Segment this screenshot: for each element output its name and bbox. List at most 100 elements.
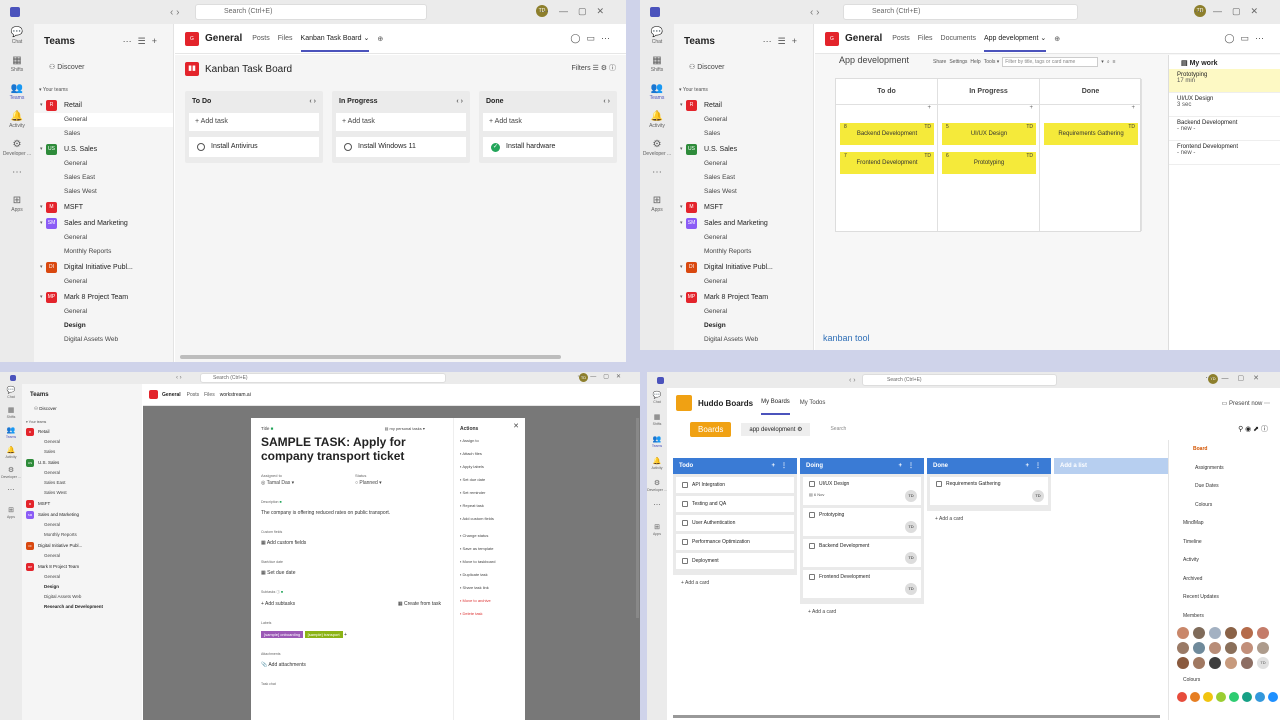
board-name[interactable]: app development ⚙ — [741, 422, 811, 436]
add-attachments-button[interactable]: 📎 Add attachments — [261, 662, 441, 668]
rail-item-chat[interactable]: 💬 Chat — [640, 24, 674, 52]
sticky-card[interactable]: UI/UX Design 5 TD — [942, 123, 1036, 145]
tab-my-todos[interactable]: My Todos — [800, 400, 826, 406]
board-card[interactable]: Requirements Gathering TD — [930, 477, 1048, 505]
add-card-icon[interactable]: + — [938, 105, 1039, 115]
action-attach-files[interactable]: ▪ Attach files — [460, 451, 519, 464]
rail-item-apps[interactable]: ⊞ Apps — [0, 192, 34, 220]
board-actions-icon[interactable]: ⚲ ◉ ⬈ ⓘ — [1238, 424, 1268, 434]
rail-item-apps[interactable]: ⊞ Apps — [647, 520, 667, 542]
channel-digital-assets-web[interactable]: Digital Assets Web — [22, 592, 142, 602]
label-transport[interactable]: [sample] transport — [304, 631, 343, 638]
create-from-task-button[interactable]: ▦ Create from task — [398, 601, 441, 607]
header-actions-icon[interactable]: ◯▭⋯ — [1224, 33, 1270, 44]
header-actions-icon[interactable]: ◯▭⋯ — [570, 33, 616, 44]
board-card[interactable]: Prototyping TD — [803, 508, 921, 536]
colour-swatch[interactable] — [1177, 691, 1187, 702]
card-checkbox[interactable] — [682, 558, 688, 564]
panel-item-activity[interactable]: Activity — [1169, 551, 1280, 570]
add-card-icon[interactable]: + — [836, 105, 937, 115]
member-avatar[interactable] — [1193, 627, 1205, 639]
rail-item-activity[interactable]: 🔔 Activity — [640, 108, 674, 136]
member-avatar[interactable] — [1193, 642, 1205, 654]
card-checkbox[interactable] — [682, 482, 688, 488]
tools-menu[interactable]: Tools ▾ — [984, 59, 1000, 65]
horizontal-scrollbar[interactable] — [673, 715, 1160, 718]
colour-swatch[interactable] — [1255, 691, 1265, 702]
channel-monthly-reports[interactable]: Monthly Reports — [34, 245, 173, 259]
board-card[interactable]: User Authentication — [676, 515, 794, 531]
tab-app-development[interactable]: App development ⌄ — [983, 26, 1047, 52]
done-check-icon[interactable]: ✓ — [491, 142, 500, 152]
rail-item-shifts[interactable]: ▦ Shifts — [0, 404, 22, 424]
sticky-card[interactable]: Requirements Gathering TD — [1044, 123, 1138, 145]
share-link[interactable]: Share — [933, 59, 946, 65]
tab-documents[interactable]: Documents — [941, 35, 976, 42]
action-share-task-link[interactable]: ▪ Share task link — [460, 585, 519, 598]
colour-swatch[interactable] — [1242, 691, 1252, 702]
rail-item-more[interactable]: ⋯ — [640, 164, 674, 192]
sidebar-actions-icon[interactable]: ⋯☰+ — [763, 36, 803, 47]
filter-dropdown-icon[interactable]: ▾ — [1101, 59, 1104, 65]
add-task-button[interactable]: + Add task — [336, 113, 466, 131]
member-avatar[interactable] — [1209, 657, 1221, 669]
action-move-to-taskboard[interactable]: ▪ Move to taskboard — [460, 559, 519, 572]
team-digital-initiative-publ-[interactable]: ▾ DI Digital Initiative Publ... — [674, 259, 813, 275]
rail-item-developer-[interactable]: ⚙ Developer ... — [0, 136, 34, 164]
sidebar-actions-icon[interactable]: ⋯☰+ — [123, 36, 163, 47]
member-avatar[interactable] — [1177, 657, 1189, 669]
tab-files[interactable]: Files — [918, 35, 933, 42]
action-move-to-archive[interactable]: ▪ Move to archive — [460, 598, 519, 611]
channel-general[interactable]: General — [34, 305, 173, 319]
search-input[interactable]: Search (Ctrl+E) — [200, 373, 446, 383]
action-delete-task[interactable]: ▪ Delete task — [460, 611, 519, 624]
my-work-item[interactable]: Frontend Development - new - — [1169, 141, 1280, 165]
set-due-date-button[interactable]: ▦ Set due date — [261, 570, 441, 576]
team-retail[interactable]: R Retail — [22, 426, 142, 437]
rail-item-more[interactable]: ⋯ — [647, 498, 667, 520]
channel-digital-assets-web[interactable]: Digital Assets Web — [674, 333, 813, 347]
list-actions-icon[interactable]: +⋮ — [898, 458, 920, 474]
column-nav-icon[interactable]: ‹ › — [309, 95, 316, 109]
board-card[interactable]: Testing and QA — [676, 496, 794, 512]
team-msft[interactable]: ▾ M MSFT — [674, 199, 813, 215]
action-change-status[interactable]: ▪ Change status — [460, 533, 519, 546]
window-controls-icon[interactable]: ⋯—▢✕ — [1206, 374, 1268, 382]
team-mark-8-project-team[interactable]: ▾ MP Mark 8 Project Team — [674, 289, 813, 305]
team-msft[interactable]: ▾ M MSFT — [34, 199, 173, 215]
card-checkbox[interactable] — [809, 512, 815, 518]
add-task-button[interactable]: + Add task — [483, 113, 613, 131]
member-avatar[interactable] — [1241, 642, 1253, 654]
my-work-item[interactable]: Backend Development - new - — [1169, 117, 1280, 141]
rail-item-teams[interactable]: 👥 Teams — [647, 432, 667, 454]
discover-link[interactable]: ⚇ Discover — [34, 406, 142, 412]
team-u-s-sales[interactable]: US U.S. Sales — [22, 457, 142, 468]
rail-item-chat[interactable]: 💬 Chat — [647, 388, 667, 410]
nav-arrows-icon[interactable]: ‹ › — [170, 7, 179, 18]
rail-item-apps[interactable]: ⊞ Apps — [640, 192, 674, 220]
rail-item-activity[interactable]: 🔔 Activity — [0, 444, 22, 464]
member-avatar[interactable] — [1177, 642, 1189, 654]
board-card[interactable]: API Integration — [676, 477, 794, 493]
present-now-button[interactable]: ▭ Present now ⋯ — [1222, 400, 1270, 407]
team-mark-8-project-team[interactable]: MP Mark 8 Project Team — [22, 561, 142, 572]
tab-my-boards[interactable]: My Boards — [761, 391, 790, 415]
add-card-icon[interactable]: + — [1040, 105, 1141, 115]
channel-general[interactable]: General — [22, 468, 142, 478]
card-checkbox[interactable] — [809, 543, 815, 549]
tab-workstream[interactable]: workstream.ai — [220, 392, 251, 398]
channel-digital-assets-web[interactable]: Digital Assets Web — [34, 333, 173, 347]
search-icon[interactable]: ⌕ — [1107, 59, 1110, 65]
card-checkbox[interactable] — [682, 520, 688, 526]
channel-monthly-reports[interactable]: Monthly Reports — [22, 530, 142, 540]
channel-design[interactable]: Design — [22, 582, 142, 592]
member-avatar[interactable] — [1241, 657, 1253, 669]
panel-item-mindmap[interactable]: MindMap — [1169, 514, 1280, 533]
help-link[interactable]: Help — [970, 59, 980, 65]
colour-swatch[interactable] — [1203, 691, 1213, 702]
label-onboarding[interactable]: [sample] onboarding — [261, 631, 304, 638]
action-duplicate-task[interactable]: ▪ Duplicate task — [460, 572, 519, 585]
rail-item-teams[interactable]: 👥 Teams — [640, 80, 674, 108]
rail-item-shifts[interactable]: ▦ Shifts — [640, 52, 674, 80]
column-nav-icon[interactable]: ‹ › — [603, 95, 610, 109]
